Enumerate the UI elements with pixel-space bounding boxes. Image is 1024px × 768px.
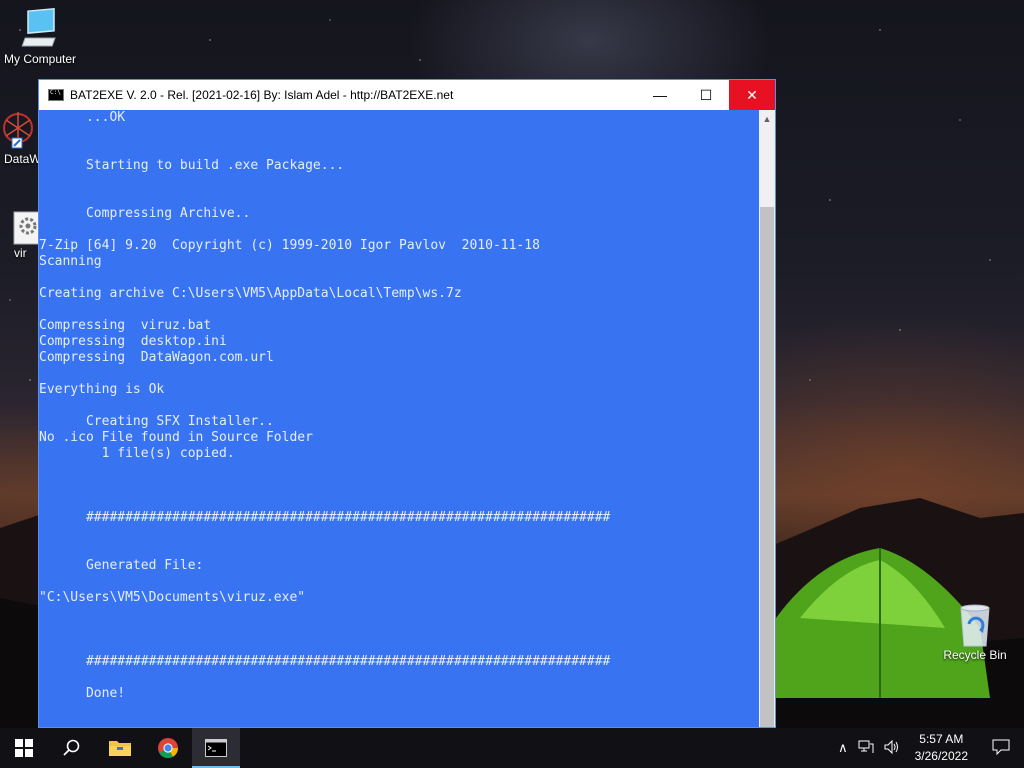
console-line: ########################################… <box>85 654 611 669</box>
console-line: Everything is Ok <box>39 382 165 397</box>
console-line: Starting to build .exe Package... <box>85 158 345 173</box>
desktop-icon-label: My Computer <box>3 52 77 66</box>
console-line: ########################################… <box>85 510 611 525</box>
console-output[interactable]: ...OK Starting to build .exe Package... … <box>39 110 759 727</box>
network-icon[interactable] <box>853 740 879 757</box>
clock-date: 3/26/2022 <box>914 749 968 763</box>
minimize-button[interactable]: — <box>637 80 683 110</box>
volume-icon[interactable] <box>879 739 905 757</box>
taskbar: ∧ 5:57 AM 3/26/2022 <box>0 728 1024 768</box>
console-line: ...OK <box>85 110 126 125</box>
datawagon-icon <box>3 112 33 149</box>
chrome-icon <box>158 738 179 759</box>
console-taskbar-button[interactable] <box>192 728 240 768</box>
console-line: Generated File: <box>85 558 204 573</box>
close-button[interactable]: ✕ <box>729 80 775 110</box>
console-line: Creating archive C:\Users\VM5\AppData\Lo… <box>39 286 462 301</box>
windows-logo-icon <box>15 739 33 757</box>
console-line: Compressing DataWagon.com.url <box>39 350 274 365</box>
recycle-bin-shortcut[interactable]: Recycle Bin <box>935 602 1015 662</box>
scroll-up-arrow-icon[interactable]: ▲ <box>759 110 775 127</box>
desktop-icon-label: Recycle Bin <box>943 648 1007 662</box>
chrome-taskbar-button[interactable] <box>144 728 192 768</box>
console-line: Compressing viruz.bat <box>39 318 212 333</box>
system-tray: ∧ 5:57 AM 3/26/2022 <box>833 728 1024 768</box>
computer-icon <box>21 8 56 47</box>
console-app-icon <box>48 89 64 101</box>
bat2exe-console-window[interactable]: BAT2EXE V. 2.0 - Rel. [2021-02-16] By: I… <box>38 79 776 728</box>
console-line: "C:\Users\VM5\Documents\viruz.exe" <box>39 590 306 605</box>
start-button[interactable] <box>0 728 48 768</box>
scrollbar-thumb[interactable] <box>760 207 774 727</box>
console-line: 1 file(s) copied. <box>101 446 235 461</box>
console-line: Compressing desktop.ini <box>39 334 227 349</box>
console-line: Creating SFX Installer.. <box>85 414 274 429</box>
search-icon <box>63 739 80 756</box>
console-line: Scanning <box>39 254 102 269</box>
clock[interactable]: 5:57 AM 3/26/2022 <box>905 731 978 765</box>
notifications-icon[interactable] <box>978 739 1024 758</box>
search-button[interactable] <box>48 728 96 768</box>
command-prompt-icon <box>205 739 227 757</box>
vertical-scrollbar[interactable]: ▲ <box>759 110 775 727</box>
maximize-button[interactable]: ☐ <box>683 80 729 110</box>
console-text: ...OK Starting to build .exe Package... … <box>39 110 759 727</box>
file-explorer-taskbar-button[interactable] <box>96 728 144 768</box>
window-titlebar[interactable]: BAT2EXE V. 2.0 - Rel. [2021-02-16] By: I… <box>39 80 775 110</box>
my-computer-shortcut[interactable]: My Computer <box>0 8 80 66</box>
console-line: No .ico File found in Source Folder <box>39 430 313 445</box>
window-title: BAT2EXE V. 2.0 - Rel. [2021-02-16] By: I… <box>70 88 454 102</box>
console-line: 7-Zip [64] 9.20 Copyright (c) 1999-2010 … <box>39 238 540 253</box>
console-line: Done! <box>85 686 126 701</box>
chevron-up-icon[interactable]: ∧ <box>833 740 853 756</box>
recycle-bin-icon <box>960 604 990 647</box>
console-line: Compressing Archive.. <box>85 206 251 221</box>
clock-time: 5:57 AM <box>919 732 964 746</box>
folder-icon <box>109 741 131 756</box>
